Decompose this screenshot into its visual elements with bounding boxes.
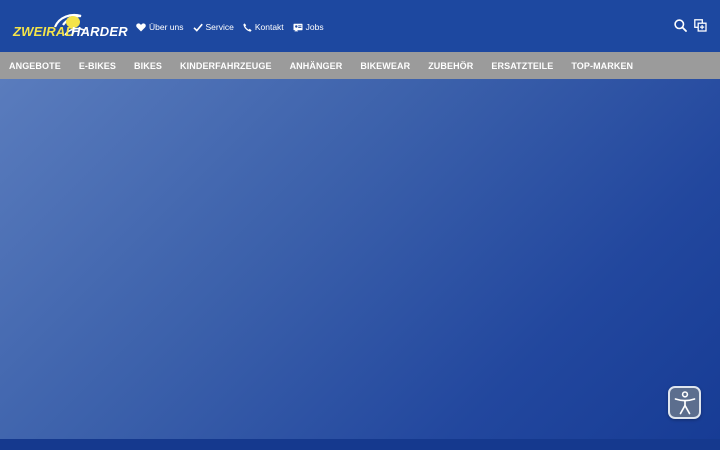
main-nav-angebote[interactable]: ANGEBOTE — [9, 61, 61, 71]
main-nav-bikes[interactable]: BIKES — [134, 61, 162, 71]
main-nav: ANGEBOTE E-BIKES BIKES KINDERFAHRZEUGE A… — [0, 52, 720, 79]
check-icon — [192, 23, 203, 32]
footer-strip — [0, 439, 720, 450]
service-nav-label: Service — [205, 22, 234, 32]
heart-icon — [136, 22, 146, 31]
compare-icon[interactable] — [694, 19, 707, 32]
main-nav-e-bikes[interactable]: E-BIKES — [79, 61, 116, 71]
logo-text-left: ZWEIRAD — [13, 24, 76, 39]
main-nav-bikewear[interactable]: BIKEWEAR — [360, 61, 410, 71]
phone-icon — [243, 22, 252, 32]
main-nav-zubehoer[interactable]: ZUBEHÖR — [428, 61, 473, 71]
service-nav-label: Kontakt — [254, 22, 284, 32]
service-nav-kontakt[interactable]: Kontakt — [243, 22, 284, 32]
hero-banner — [0, 79, 720, 439]
service-nav: Über uns Service Kontakt Jobs — [136, 20, 333, 34]
accessibility-button[interactable] — [668, 386, 701, 419]
main-nav-top-marken[interactable]: TOP-MARKEN — [571, 61, 633, 71]
accessibility-person-icon — [674, 390, 695, 414]
site-header: ZWEIRAD HARDER Über uns Service Kontakt — [0, 0, 720, 52]
job-icon — [293, 23, 303, 31]
service-nav-jobs[interactable]: Jobs — [293, 22, 324, 32]
service-nav-ueber-uns[interactable]: Über uns — [136, 22, 184, 32]
main-nav-kinderfahrzeuge[interactable]: KINDERFAHRZEUGE — [180, 61, 272, 71]
service-nav-service[interactable]: Service — [192, 22, 234, 32]
logo-text-right: HARDER — [71, 24, 128, 39]
service-nav-label: Jobs — [305, 22, 324, 32]
service-nav-label: Über uns — [149, 22, 184, 32]
main-nav-anhaenger[interactable]: ANHÄNGER — [290, 61, 343, 71]
main-nav-ersatzteile[interactable]: ERSATZTEILE — [491, 61, 553, 71]
site-logo[interactable]: ZWEIRAD HARDER — [11, 13, 128, 41]
search-icon[interactable] — [674, 19, 687, 32]
